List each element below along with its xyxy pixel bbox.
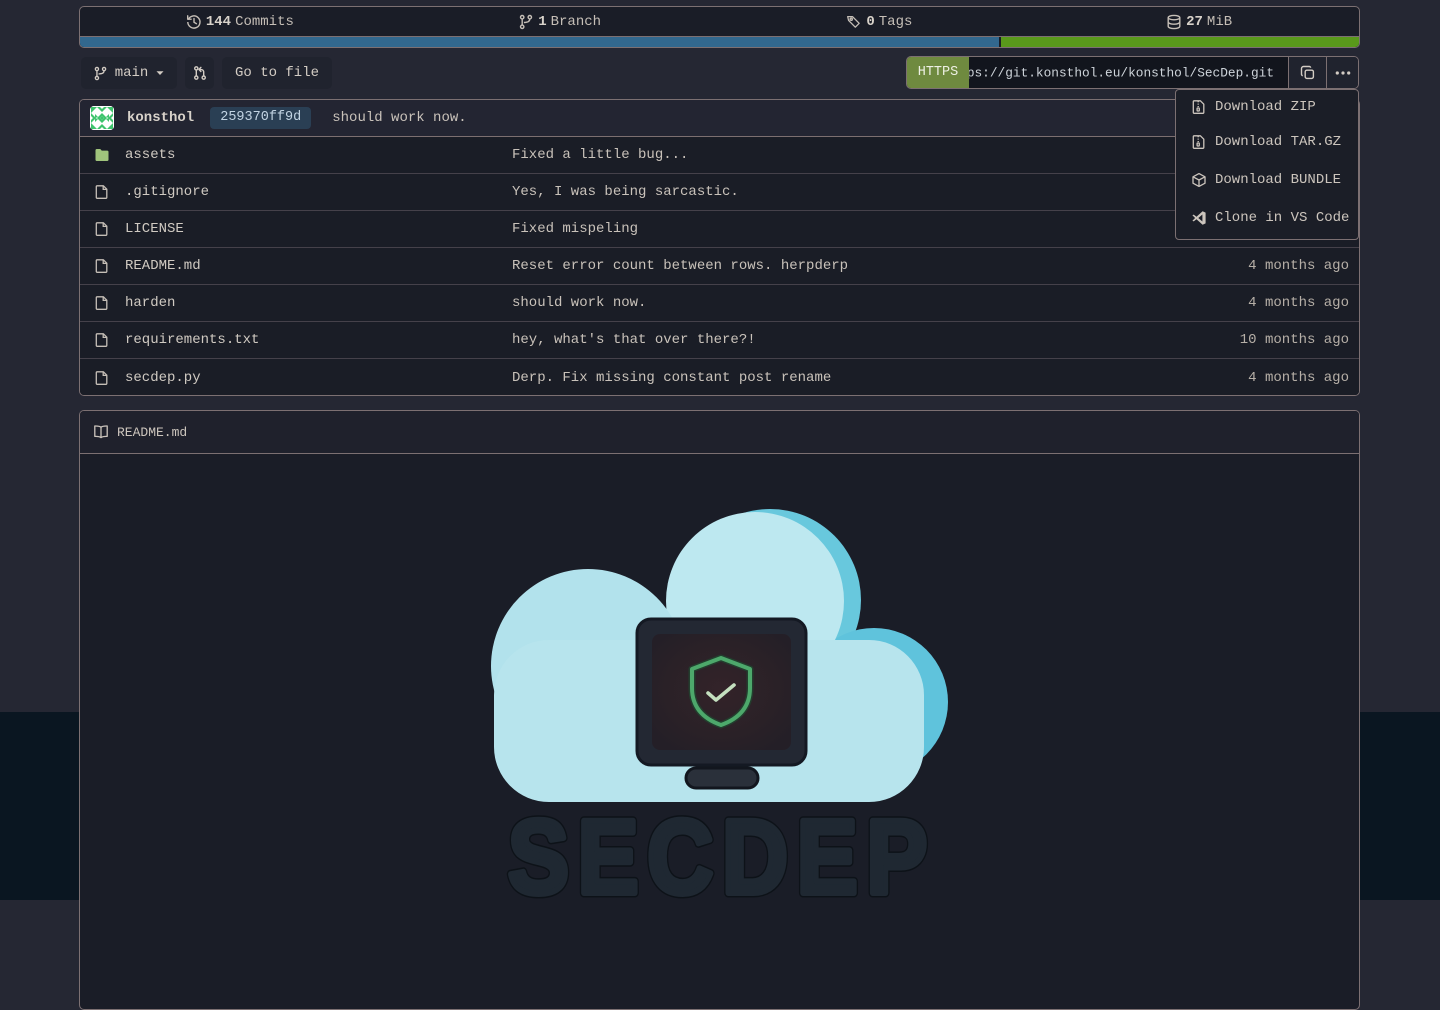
svg-text:SECDEP: SECDEP bbox=[508, 799, 936, 900]
